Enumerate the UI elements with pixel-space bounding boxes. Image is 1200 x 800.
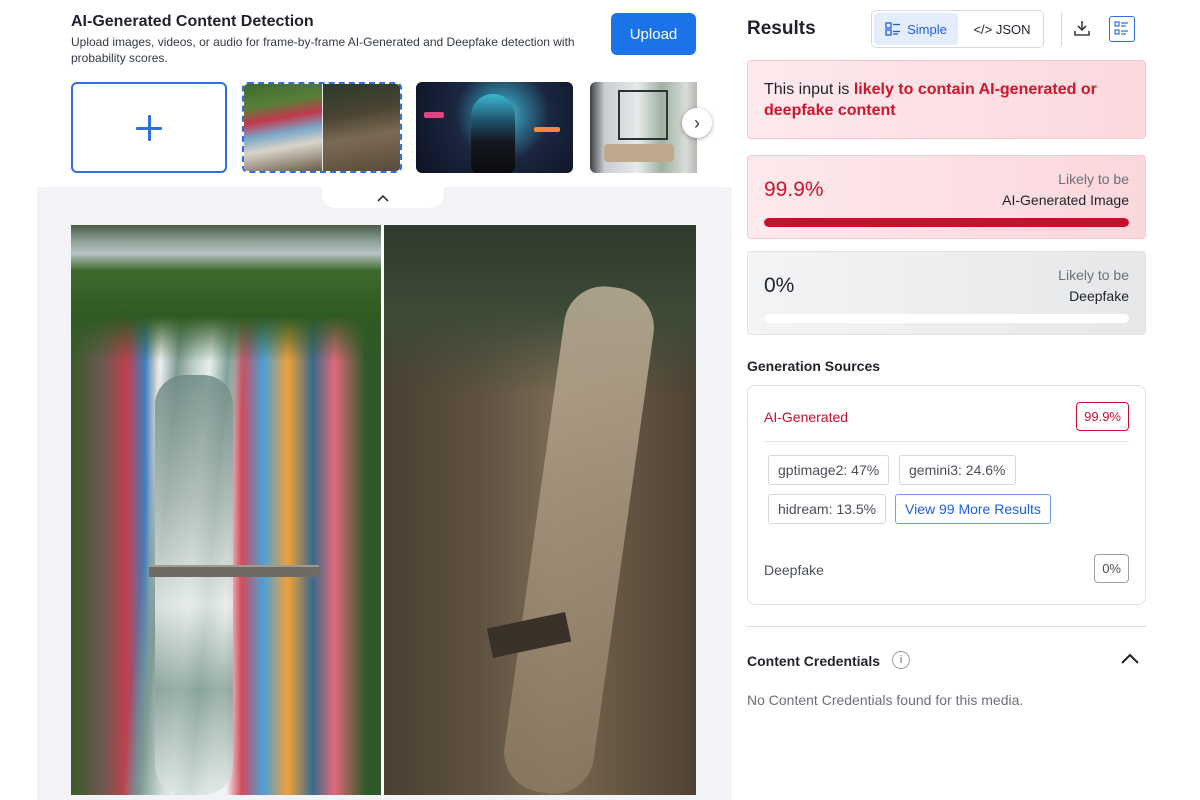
ai-score-label-bottom: AI-Generated Image bbox=[1002, 192, 1129, 208]
verdict-banner: This input is likely to contain AI-gener… bbox=[747, 60, 1146, 139]
list-view-icon bbox=[1114, 21, 1128, 35]
collapse-thumbnails-button[interactable] bbox=[322, 187, 444, 208]
tab-json-label: </> JSON bbox=[973, 21, 1031, 37]
plus-icon bbox=[136, 114, 162, 141]
content-credentials-title: Content Credentials bbox=[747, 653, 881, 669]
view-more-results-button[interactable]: View 99 More Results bbox=[895, 494, 1051, 524]
thumbnail-neon-sign bbox=[424, 112, 444, 118]
generation-divider bbox=[764, 441, 1129, 442]
chevron-up-icon[interactable] bbox=[1119, 650, 1141, 668]
tab-simple[interactable]: Simple bbox=[874, 13, 958, 45]
ai-score-card: 99.9% Likely to be AI-Generated Image bbox=[747, 155, 1146, 239]
thumbnail-divider bbox=[322, 84, 323, 171]
thumbnail-item[interactable] bbox=[590, 82, 697, 173]
panel-view-icon[interactable] bbox=[1109, 16, 1135, 42]
view-mode-toggle: Simple </> JSON bbox=[871, 10, 1044, 48]
chevron-right-icon[interactable]: › bbox=[682, 108, 712, 138]
upload-button[interactable]: Upload bbox=[611, 13, 696, 55]
results-title: Results bbox=[747, 18, 816, 39]
thumbnail-image-after bbox=[322, 84, 400, 171]
thumbnail-image-before bbox=[244, 84, 322, 171]
image-before bbox=[71, 225, 381, 795]
app-root: AI-Generated Content Detection Upload im… bbox=[0, 0, 1200, 800]
info-icon[interactable]: i bbox=[892, 651, 910, 669]
thumbnail-sofa bbox=[604, 144, 674, 162]
deepfake-score-card: 0% Likely to be Deepfake bbox=[747, 251, 1146, 335]
chevron-up-icon bbox=[377, 194, 389, 202]
ai-score-value: 99.9% bbox=[764, 178, 824, 201]
image-viewer bbox=[37, 187, 732, 800]
bridge-shape bbox=[149, 565, 319, 577]
thumbnail-figure bbox=[471, 94, 515, 173]
comparison-image[interactable] bbox=[71, 225, 696, 795]
river-shape bbox=[155, 375, 233, 795]
model-chip[interactable]: gptimage2: 47% bbox=[768, 455, 890, 485]
list-icon bbox=[885, 22, 901, 36]
ai-generated-label: AI-Generated bbox=[764, 409, 849, 425]
deepfake-score-bar bbox=[764, 314, 1129, 323]
thumbnail-neon-sign bbox=[534, 127, 560, 132]
page-title: AI-Generated Content Detection bbox=[71, 13, 314, 30]
ai-generated-badge: 99.9% bbox=[1076, 402, 1129, 431]
ai-score-bar-fill bbox=[764, 218, 1129, 227]
download-icon[interactable] bbox=[1072, 18, 1092, 38]
ai-score-bar bbox=[764, 218, 1129, 227]
deepfake-badge: 0% bbox=[1094, 554, 1129, 583]
verdict-text: This input is likely to contain AI-gener… bbox=[764, 79, 1129, 121]
add-media-tile[interactable] bbox=[71, 82, 227, 173]
ai-score-label-top: Likely to be bbox=[1058, 171, 1129, 187]
thumbnail-item[interactable] bbox=[416, 82, 573, 173]
tab-simple-label: Simple bbox=[907, 21, 947, 37]
tab-json[interactable]: </> JSON bbox=[962, 13, 1042, 45]
deepfake-label: Deepfake bbox=[764, 562, 824, 578]
verdict-prefix: This input is bbox=[764, 81, 854, 98]
model-chip[interactable]: gemini3: 24.6% bbox=[899, 455, 1016, 485]
deepfake-score-value: 0% bbox=[764, 274, 795, 297]
image-after bbox=[384, 225, 696, 795]
content-credentials-message: No Content Credentials found for this me… bbox=[747, 692, 1024, 708]
mudflow-shape bbox=[498, 281, 660, 795]
thumbnail-selected[interactable] bbox=[242, 82, 402, 173]
generation-sources-card: AI-Generated 99.9% gptimage2: 47% gemini… bbox=[747, 385, 1146, 605]
section-divider bbox=[747, 626, 1146, 627]
left-pane: AI-Generated Content Detection Upload im… bbox=[0, 0, 732, 800]
thumbnail-window bbox=[618, 90, 668, 140]
deepfake-score-label-bottom: Deepfake bbox=[1069, 288, 1129, 304]
thumbnail-strip bbox=[71, 82, 697, 173]
page-subtitle: Upload images, videos, or audio for fram… bbox=[71, 35, 575, 65]
generation-sources-title: Generation Sources bbox=[747, 358, 881, 374]
model-chip[interactable]: hidream: 13.5% bbox=[768, 494, 887, 524]
toolbar-divider bbox=[1061, 12, 1062, 46]
deepfake-score-label-top: Likely to be bbox=[1058, 267, 1129, 283]
